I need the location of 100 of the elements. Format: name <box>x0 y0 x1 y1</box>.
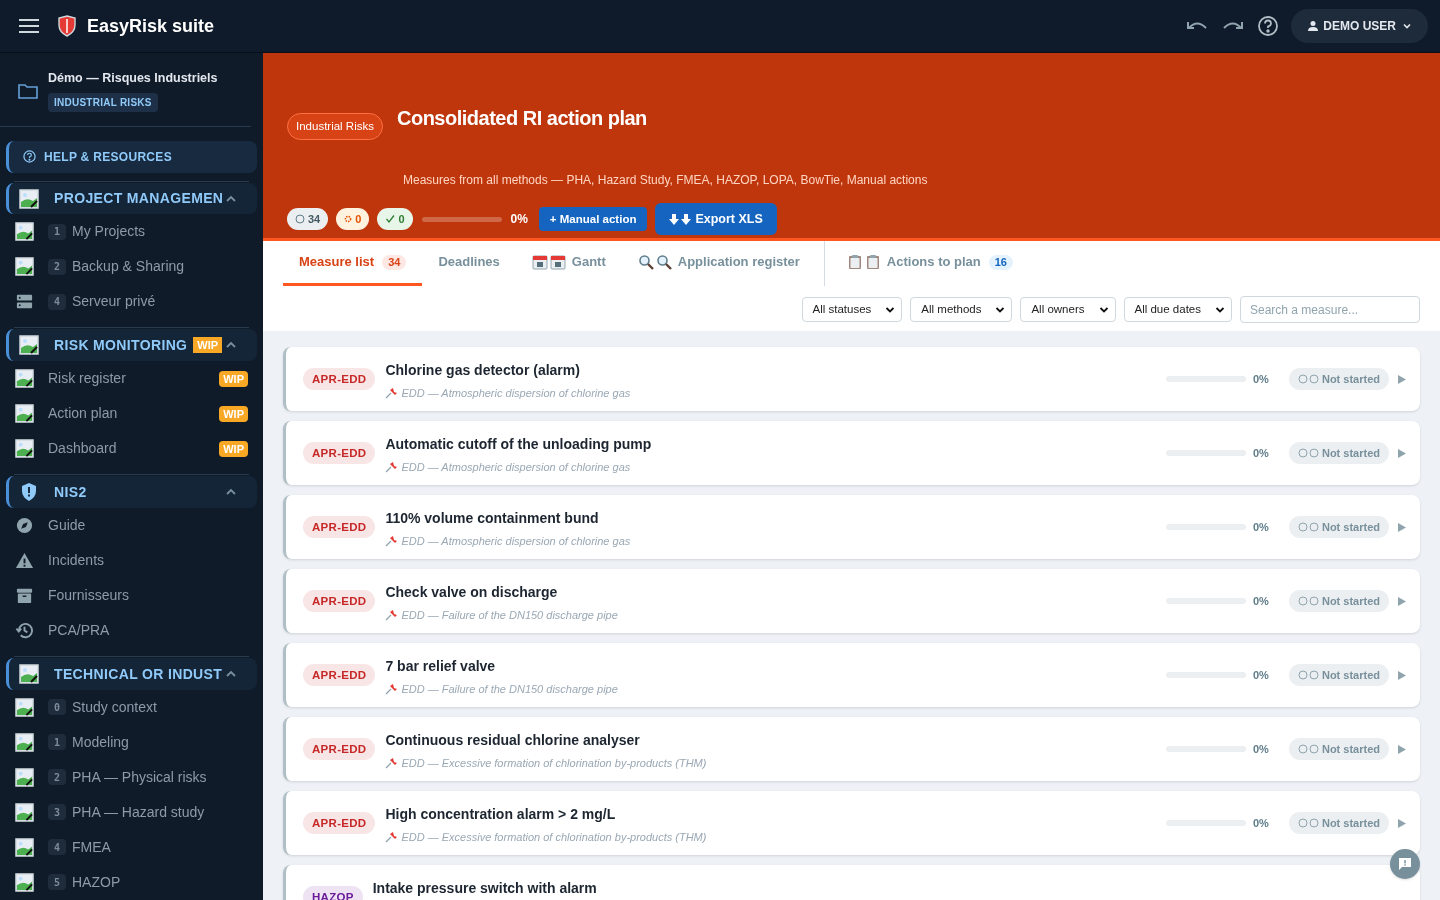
play-arrow-icon[interactable] <box>1398 596 1406 606</box>
sidebar-section-header[interactable]: PROJECT MANAGEMEN <box>6 182 257 215</box>
sidebar-item[interactable]: Incidents <box>0 543 263 579</box>
count-chip: 0 <box>377 208 413 231</box>
folder-icon <box>18 81 38 99</box>
sidebar-item[interactable]: 1 Modeling <box>0 724 263 760</box>
item-label: Risk register <box>48 369 126 389</box>
filter-dropdown[interactable]: All methods <box>910 297 1013 322</box>
method-badge: APR-EDD <box>303 368 376 390</box>
measure-card[interactable]: APR-EDD Check valve on discharge EDD — Failure of the DN150 discharge pipe 0% Not started <box>283 569 1420 633</box>
magnifier-icon <box>637 254 654 270</box>
broken-image-icon <box>15 439 34 459</box>
sidebar-item[interactable]: Action plan WIP <box>0 396 263 432</box>
sidebar-item[interactable]: 5 HAZOP <box>0 864 263 900</box>
section-title: PROJECT MANAGEMEN <box>54 189 224 208</box>
category-tag: Industrial Risks <box>287 113 383 141</box>
step-number: 2 <box>48 769 66 786</box>
measure-card[interactable]: APR-EDD Continuous residual chlorine analyser EDD — Excessive formation of chlorination by-products (THM) 0% Not started <box>283 717 1420 781</box>
tab[interactable]: Application register <box>621 241 816 286</box>
sidebar-item[interactable]: 4 FMEA <box>0 829 263 865</box>
search-field[interactable]: Search a measure... <box>1240 296 1420 323</box>
filter-dropdown[interactable]: All due dates <box>1123 297 1232 322</box>
measure-card[interactable]: APR-EDD High concentration alarm > 2 mg/L EDD — Excessive formation of chlorination by-products (THM) 0% Not started <box>283 791 1420 855</box>
circles-icon <box>1297 374 1320 384</box>
tab[interactable]: Deadlines <box>422 241 516 286</box>
tab-count: 34 <box>382 254 407 270</box>
magnifier-icon <box>655 254 672 270</box>
item-label: PHA — Physical risks <box>72 767 207 787</box>
play-arrow-icon[interactable] <box>1398 374 1406 384</box>
step-number: 1 <box>48 734 66 751</box>
sidebar-item[interactable]: 3 PHA — Hazard study <box>0 794 263 830</box>
play-arrow-icon[interactable] <box>1398 670 1406 680</box>
status-chip: Not started <box>1288 442 1389 464</box>
sidebar-section-header[interactable]: RISK MONITORING WIP <box>6 329 257 362</box>
item-label: Modeling <box>72 732 129 752</box>
progress-reading: 0% <box>1252 593 1270 609</box>
filter-dropdown[interactable]: All owners <box>1020 297 1116 322</box>
step-number: 3 <box>48 804 66 821</box>
sidebar-item[interactable]: 2 PHA — Physical risks <box>0 759 263 795</box>
method-badge: APR-EDD <box>303 664 376 686</box>
tab-count: 16 <box>988 254 1013 270</box>
play-arrow-icon[interactable] <box>1398 818 1406 828</box>
manual-action-button[interactable]: + Manual action <box>538 207 648 232</box>
measure-card[interactable]: APR-EDD Chlorine gas detector (alarm) EDD — Atmospheric dispersion of chlorine gas 0% Not started <box>283 347 1420 411</box>
history-icon <box>15 621 34 641</box>
item-label: Action plan <box>48 404 118 424</box>
broken-image-icon <box>15 732 34 752</box>
measure-source: EDD — Failure of the DN150 discharge pipe <box>401 608 618 623</box>
item-label: Fournisseurs <box>48 586 129 606</box>
tab[interactable]: Actions to plan 16 <box>830 241 1029 286</box>
tab[interactable]: Measure list 34 <box>283 241 423 286</box>
sidebar-section-header[interactable]: NIS2 <box>6 476 257 509</box>
progress-reading: 0% <box>1252 445 1270 461</box>
wip-badge: WIP <box>193 337 223 354</box>
sidebar-item[interactable]: Fournisseurs <box>0 578 263 614</box>
broken-image-icon <box>15 369 34 389</box>
filter-dropdown[interactable]: All statuses <box>801 297 903 322</box>
clipboard-icon <box>864 254 881 270</box>
measure-title: High concentration alarm > 2 mg/L <box>385 805 617 824</box>
circles-icon <box>1297 522 1320 532</box>
method-badge: APR-EDD <box>303 738 376 760</box>
measure-title: Automatic cutoff of the unloading pump <box>385 435 652 454</box>
play-arrow-icon[interactable] <box>1398 522 1406 532</box>
sidebar-item[interactable]: 0 Study context <box>0 689 263 725</box>
broken-image-icon <box>15 257 34 277</box>
item-label: My Projects <box>72 222 146 242</box>
step-number: 4 <box>48 293 66 310</box>
help-icon <box>23 150 36 164</box>
sidebar-item[interactable]: 1 My Projects <box>0 214 263 250</box>
item-label: Study context <box>72 697 157 717</box>
play-arrow-icon[interactable] <box>1398 744 1406 754</box>
measure-card[interactable]: APR-EDD Automatic cutoff of the unloading pump EDD — Atmospheric dispersion of chlorine gas 0% Not started <box>283 421 1420 485</box>
measure-card[interactable]: APR-EDD 7 bar relief valve EDD — Failure of the DN150 discharge pipe 0% Not started <box>283 643 1420 707</box>
sidebar-item[interactable]: PCA/PRA <box>0 613 263 649</box>
sidebar-item[interactable]: Risk register WIP <box>0 361 263 397</box>
measure-card[interactable]: APR-EDD 110% volume containment bund EDD — Atmospheric dispersion of chlorine gas 0% Not started <box>283 495 1420 559</box>
play-arrow-icon[interactable] <box>1398 448 1406 458</box>
step-number: 5 <box>48 874 66 891</box>
sidebar-section-header[interactable]: TECHNICAL OR INDUST <box>6 658 257 690</box>
count-chip: 34 <box>287 208 329 231</box>
export-button[interactable]: Export XLS <box>655 203 777 236</box>
help-resources-button[interactable]: HELP & RESOURCES <box>6 140 257 173</box>
gear-icon <box>344 215 353 224</box>
sidebar-item[interactable]: Guide <box>0 508 263 544</box>
status-chip: Not started <box>1288 590 1389 612</box>
menu-icon[interactable] <box>19 18 39 34</box>
wip-badge: WIP <box>219 370 248 387</box>
sidebar-item[interactable]: 2 Backup & Sharing <box>0 249 263 285</box>
help-icon[interactable] <box>1257 15 1280 37</box>
sidebar-item[interactable]: Dashboard WIP <box>0 431 263 467</box>
item-label: FMEA <box>72 837 111 857</box>
broken-image-icon <box>19 188 39 209</box>
broken-image-icon <box>15 404 34 424</box>
method-badge: APR-EDD <box>303 442 376 464</box>
item-label: Dashboard <box>48 439 117 459</box>
tab[interactable]: Gantt <box>515 241 622 286</box>
measure-title: 110% volume containment bund <box>385 509 600 528</box>
step-number: 4 <box>48 839 66 856</box>
sidebar-item[interactable]: 4 Serveur privé <box>0 284 263 320</box>
user-menu-button[interactable]: DEMO USER <box>1291 9 1428 43</box>
